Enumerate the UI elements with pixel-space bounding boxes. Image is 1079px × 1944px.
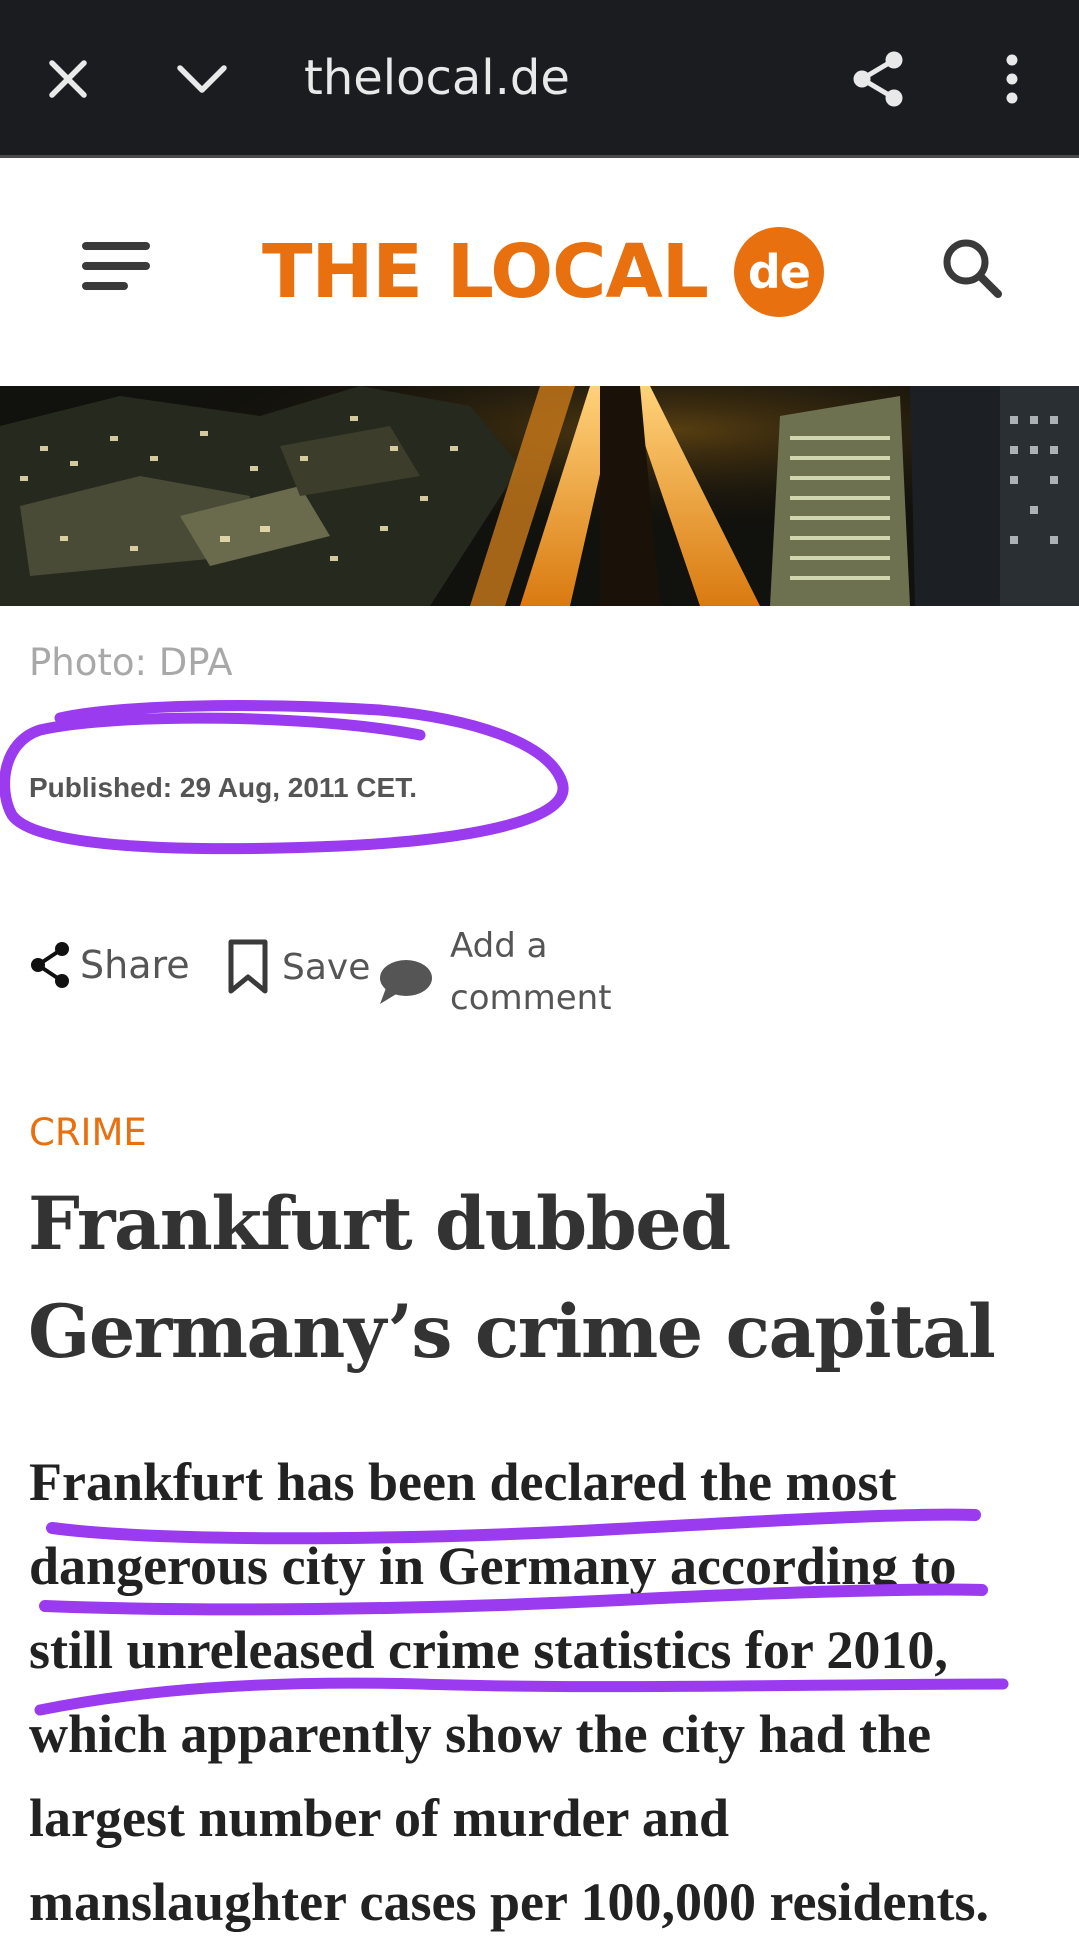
lead-line: dangerous city in Germany according to: [29, 1536, 957, 1596]
browser-toolbar: thelocal.de: [0, 0, 1079, 158]
url-text[interactable]: thelocal.de: [304, 48, 570, 108]
share-button[interactable]: Share: [28, 940, 190, 990]
add-comment-button[interactable]: Add a comment: [376, 920, 612, 1024]
bookmark-icon: [228, 939, 268, 994]
chevron-down-icon[interactable]: [162, 39, 242, 119]
lead-line: largest number of murder and: [29, 1788, 729, 1848]
share-icon: [31, 942, 69, 988]
share-label: Share: [80, 943, 190, 987]
lead-line: which apparently show the city had the: [29, 1704, 932, 1764]
close-icon[interactable]: [28, 39, 108, 119]
search-icon[interactable]: [938, 234, 1008, 304]
lead-line: Frankfurt has been declared the most: [29, 1452, 897, 1512]
share-icon[interactable]: [838, 39, 918, 119]
hero-photo: [0, 386, 1079, 606]
logo-text: THE LOCAL: [262, 229, 709, 315]
hamburger-menu-icon[interactable]: [78, 236, 158, 300]
save-button[interactable]: Save: [226, 938, 370, 996]
article-lead: Frankfurt has been declared the most dan…: [29, 1440, 1069, 1944]
site-logo[interactable]: THE LOCAL de: [262, 222, 824, 322]
logo-badge: de: [733, 227, 824, 317]
comment-icon: [380, 960, 432, 1004]
lead-line: still unreleased crime statistics for 20…: [29, 1620, 948, 1680]
photo-credit: Photo: DPA: [29, 641, 233, 684]
article-actions: Share Save Add a comment: [0, 920, 1079, 1020]
comment-label: Add a comment: [450, 926, 612, 1018]
category-link[interactable]: CRIME: [29, 1110, 147, 1156]
more-vert-icon[interactable]: [972, 39, 1052, 119]
site-header: THE LOCAL de: [0, 160, 1079, 386]
published-date: Published: 29 Aug, 2011 CET.: [29, 772, 417, 803]
lead-line: manslaughter cases per 100,000 residents…: [29, 1872, 990, 1932]
article-headline: Frankfurt dubbed Germany’s crime capital: [28, 1181, 996, 1375]
save-label: Save: [282, 946, 371, 988]
